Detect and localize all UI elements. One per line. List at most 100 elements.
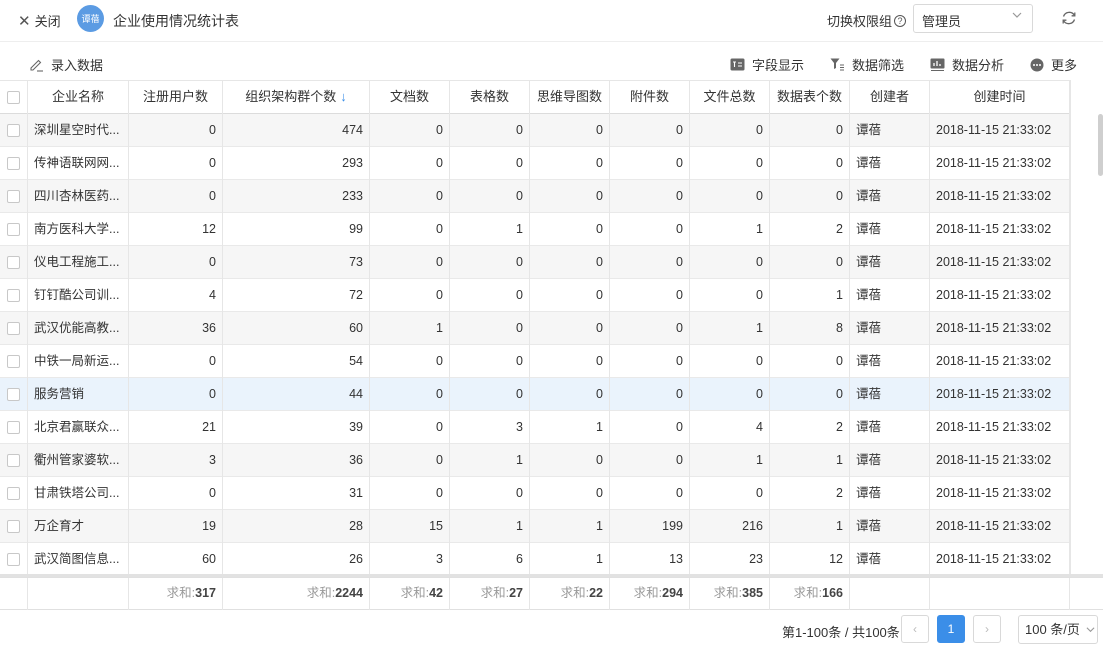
- table-row[interactable]: 衢州管家婆软... 3 36 0 1 0 0 1 1 谭蓓 2018-11-15 21:33:02: [0, 444, 1070, 477]
- row-select-cell[interactable]: [0, 378, 28, 411]
- table-cell: 1: [530, 510, 610, 543]
- row-select-cell[interactable]: [0, 345, 28, 378]
- row-select-cell[interactable]: [0, 477, 28, 510]
- column-header[interactable]: 文件总数: [690, 81, 770, 114]
- total-cell: 求和:42: [370, 578, 450, 610]
- entry-data-button[interactable]: 录入数据: [29, 55, 103, 74]
- vertical-scrollbar[interactable]: [1070, 80, 1103, 577]
- close-button[interactable]: ✕ 关闭: [18, 11, 61, 30]
- row-select-cell[interactable]: [0, 246, 28, 279]
- table-header: 企业名称 注册用户数 组织架构群个数 ↓ 文档数 表格数 思维导图数 附件数 文件总数 数据表个数…: [0, 81, 1070, 114]
- sort-desc-icon[interactable]: ↓: [340, 89, 347, 104]
- table-cell: 0: [610, 477, 690, 510]
- table-cell: 谭蓓: [850, 345, 930, 378]
- page-size-select[interactable]: 100 条/页: [1018, 615, 1098, 644]
- table-row[interactable]: 武汉优能高教... 36 60 1 0 0 0 1 8 谭蓓 2018-11-15 21:33:02: [0, 312, 1070, 345]
- table-row[interactable]: 深圳星空时代... 0 474 0 0 0 0 0 0 谭蓓 2018-11-15 21:33:02: [0, 114, 1070, 147]
- row-checkbox[interactable]: [7, 223, 20, 236]
- table-cell: 仪电工程施工...: [28, 246, 129, 279]
- row-checkbox[interactable]: [7, 553, 20, 566]
- column-header[interactable]: 文档数: [370, 81, 450, 114]
- table-cell: 1: [690, 312, 770, 345]
- table-cell: 0: [129, 378, 223, 411]
- column-header[interactable]: 思维导图数: [530, 81, 610, 114]
- table-cell: 0: [610, 147, 690, 180]
- table-row[interactable]: 传神语联网网... 0 293 0 0 0 0 0 0 谭蓓 2018-11-15 21:33:02: [0, 147, 1070, 180]
- row-checkbox[interactable]: [7, 157, 20, 170]
- permission-group-select[interactable]: 管理员: [913, 4, 1033, 33]
- table-cell: 3: [370, 543, 450, 576]
- data-filter-button[interactable]: 数据筛选: [830, 55, 904, 74]
- column-header[interactable]: 表格数: [450, 81, 530, 114]
- data-analysis-button[interactable]: 数据分析: [930, 55, 1004, 74]
- row-select-cell[interactable]: [0, 114, 28, 147]
- row-select-cell[interactable]: [0, 180, 28, 213]
- row-select-cell[interactable]: [0, 543, 28, 576]
- table-cell: 谭蓓: [850, 213, 930, 246]
- row-checkbox[interactable]: [7, 322, 20, 335]
- column-header[interactable]: 数据表个数: [770, 81, 850, 114]
- table-row[interactable]: 四川杏林医药... 0 233 0 0 0 0 0 0 谭蓓 2018-11-15 21:33:02: [0, 180, 1070, 213]
- field-display-button[interactable]: 字段显示: [730, 55, 804, 74]
- row-select-cell[interactable]: [0, 411, 28, 444]
- row-checkbox[interactable]: [7, 124, 20, 137]
- total-cell: 求和:2244: [223, 578, 370, 610]
- row-checkbox[interactable]: [7, 454, 20, 467]
- row-checkbox[interactable]: [7, 256, 20, 269]
- table-row[interactable]: 甘肃铁塔公司... 0 31 0 0 0 0 0 2 谭蓓 2018-11-15 21:33:02: [0, 477, 1070, 510]
- row-select-cell[interactable]: [0, 279, 28, 312]
- table-row[interactable]: 武汉简图信息... 60 26 3 6 1 13 23 12 谭蓓 2018-11-15 21:33…: [0, 543, 1070, 576]
- table-row[interactable]: 仪电工程施工... 0 73 0 0 0 0 0 0 谭蓓 2018-11-15 21:33:02: [0, 246, 1070, 279]
- table-cell: 72: [223, 279, 370, 312]
- row-checkbox[interactable]: [7, 421, 20, 434]
- table-row[interactable]: 万企育才 19 28 15 1 1 199 216 1 谭蓓 2018-11-15 21:33:02: [0, 510, 1070, 543]
- column-header-label: 注册用户数: [142, 89, 208, 104]
- table-row[interactable]: 服务营销 0 44 0 0 0 0 0 0 谭蓓 2018-11-15 21:33:02: [0, 378, 1070, 411]
- column-header[interactable]: 注册用户数: [129, 81, 223, 114]
- row-select-cell[interactable]: [0, 312, 28, 345]
- table-cell: 衢州管家婆软...: [28, 444, 129, 477]
- row-select-cell[interactable]: [0, 147, 28, 180]
- table-cell: 2018-11-15 21:33:02: [930, 543, 1070, 576]
- column-header[interactable]: 创建时间: [930, 81, 1070, 114]
- scrollbar-thumb[interactable]: [1098, 114, 1103, 176]
- column-header[interactable]: 附件数: [610, 81, 690, 114]
- row-select-cell[interactable]: [0, 510, 28, 543]
- chevron-down-icon: [1012, 10, 1022, 23]
- table-row[interactable]: 中铁一局新运... 0 54 0 0 0 0 0 0 谭蓓 2018-11-15 21:33:02: [0, 345, 1070, 378]
- refresh-icon[interactable]: [1060, 9, 1078, 27]
- row-checkbox[interactable]: [7, 388, 20, 401]
- row-select-cell[interactable]: [0, 213, 28, 246]
- row-checkbox[interactable]: [7, 355, 20, 368]
- row-checkbox[interactable]: [7, 487, 20, 500]
- permission-group-value: 管理员: [922, 14, 962, 29]
- help-icon[interactable]: ?: [894, 14, 907, 27]
- prev-page-button[interactable]: ‹: [901, 615, 929, 643]
- select-all-cell: [0, 81, 28, 114]
- pagination-info: 第1-100条 / 共100条: [782, 625, 900, 640]
- column-header[interactable]: 组织架构群个数 ↓: [223, 81, 370, 114]
- table-row[interactable]: 北京君赢联众... 21 39 0 3 1 0 4 2 谭蓓 2018-11-15 21:33:02: [0, 411, 1070, 444]
- table-cell: 6: [450, 543, 530, 576]
- table-cell: 0: [610, 411, 690, 444]
- next-page-button[interactable]: ›: [973, 615, 1001, 643]
- column-header-label: 数据表个数: [776, 89, 842, 104]
- permission-group-label: 切换权限组 ?: [827, 11, 907, 30]
- avatar[interactable]: 谭蓓: [77, 5, 104, 32]
- select-all-checkbox[interactable]: [7, 91, 20, 104]
- total-prefix: 求和:: [713, 586, 743, 600]
- table-cell: 2018-11-15 21:33:02: [930, 345, 1070, 378]
- table-row[interactable]: 钉钉酷公司训... 4 72 0 0 0 0 0 1 谭蓓 2018-11-15 21:33:02: [0, 279, 1070, 312]
- row-select-cell[interactable]: [0, 444, 28, 477]
- table-cell: 0: [450, 180, 530, 213]
- table-cell: 0: [690, 279, 770, 312]
- row-checkbox[interactable]: [7, 520, 20, 533]
- page-1-button[interactable]: 1: [937, 615, 965, 643]
- column-header[interactable]: 企业名称: [28, 81, 129, 114]
- table-row[interactable]: 南方医科大学... 12 99 0 1 0 0 1 2 谭蓓 2018-11-15 21:33:02: [0, 213, 1070, 246]
- more-button[interactable]: 更多: [1030, 55, 1077, 74]
- column-header[interactable]: 创建者: [850, 81, 930, 114]
- row-checkbox[interactable]: [7, 190, 20, 203]
- row-checkbox[interactable]: [7, 289, 20, 302]
- total-prefix: 求和:: [480, 586, 510, 600]
